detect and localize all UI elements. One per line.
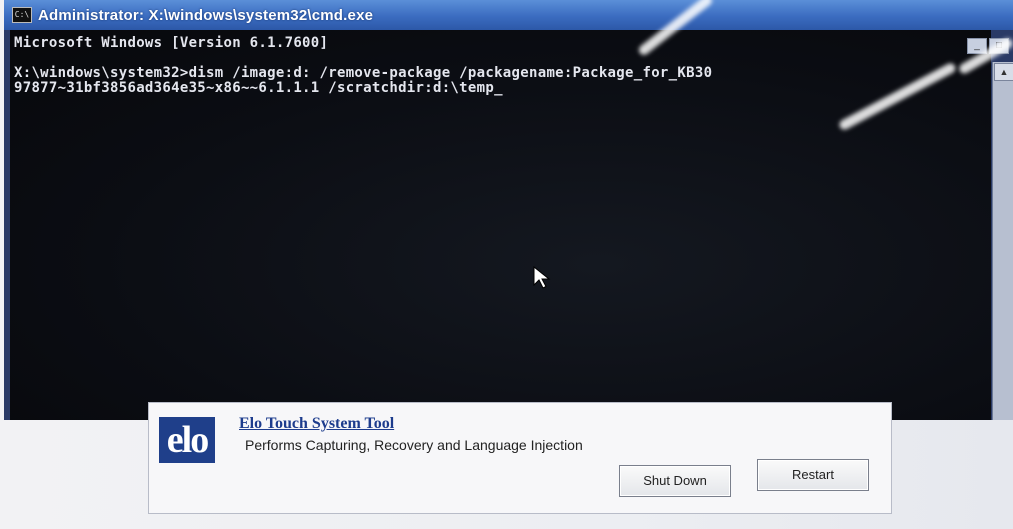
window-titlebar[interactable]: C:\ Administrator: X:\windows\system32\c… bbox=[4, 0, 1013, 30]
elo-tool-panel: elo Elo Touch System Tool Performs Captu… bbox=[148, 402, 892, 514]
cmd-window[interactable]: C:\ Administrator: X:\windows\system32\c… bbox=[4, 0, 1013, 420]
cmd-icon: C:\ bbox=[12, 7, 32, 23]
mouse-pointer-icon bbox=[533, 266, 551, 289]
restart-button[interactable]: Restart bbox=[757, 459, 869, 491]
elo-logo: elo bbox=[159, 417, 215, 463]
console-line: 97877~31bf3856ad364e35~x86~~6.1.1.1 /scr… bbox=[14, 80, 503, 96]
console-line: Microsoft Windows [Version 6.1.7600] bbox=[14, 35, 329, 51]
console-output-area[interactable]: Microsoft Windows [Version 6.1.7600] X:\… bbox=[10, 30, 991, 420]
shut-down-button[interactable]: Shut Down bbox=[619, 465, 731, 497]
console-line: X:\windows\system32>dism /image:d: /remo… bbox=[14, 65, 713, 81]
elo-tool-description: Performs Capturing, Recovery and Languag… bbox=[245, 437, 583, 453]
elo-tool-title-link[interactable]: Elo Touch System Tool bbox=[239, 415, 394, 433]
vertical-scrollbar[interactable]: ▲ bbox=[992, 62, 1013, 420]
scroll-up-arrow-icon[interactable]: ▲ bbox=[994, 63, 1013, 81]
window-title: Administrator: X:\windows\system32\cmd.e… bbox=[38, 6, 374, 24]
